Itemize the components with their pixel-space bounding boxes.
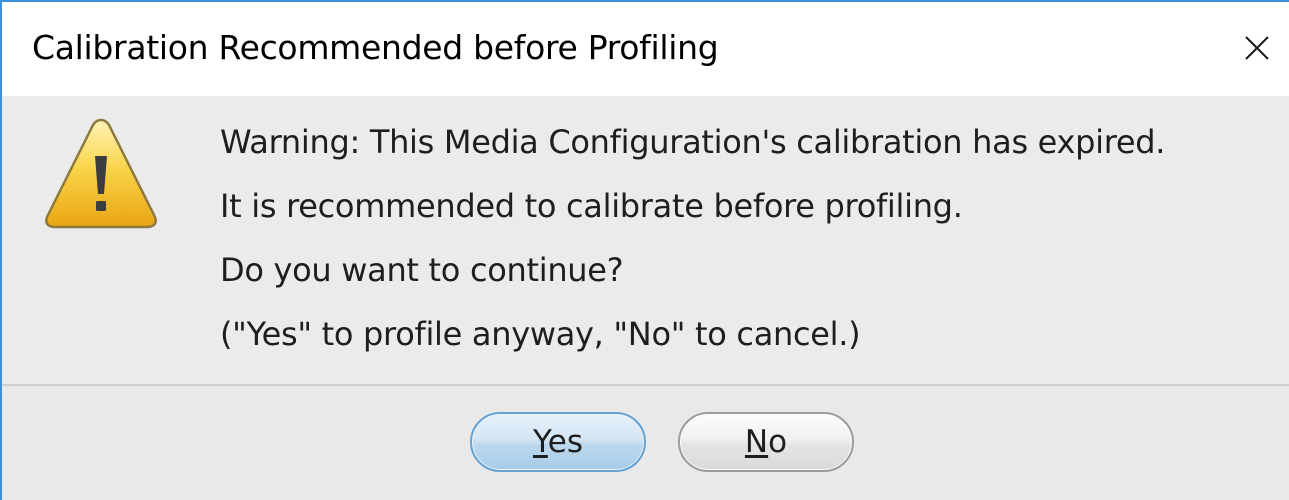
message-line: ("Yes" to profile anyway, "No" to cancel…: [220, 315, 861, 353]
button-bar: Yes No: [2, 386, 1289, 500]
message-text: Warning: This Media Configuration's cali…: [220, 110, 1165, 366]
message-area: Warning: This Media Configuration's cali…: [2, 96, 1289, 384]
close-icon: [1245, 36, 1269, 60]
message-line: It is recommended to calibrate before pr…: [220, 187, 963, 225]
close-button[interactable]: [1219, 2, 1289, 96]
title-bar: Calibration Recommended before Profiling: [2, 2, 1289, 96]
no-button-label: o: [768, 424, 788, 460]
yes-button-label: es: [547, 424, 584, 460]
warning-icon: [45, 118, 157, 229]
yes-button[interactable]: Yes: [470, 412, 646, 472]
no-button[interactable]: No: [678, 412, 854, 472]
dialog-title: Calibration Recommended before Profiling: [32, 28, 719, 67]
dialog-window: Calibration Recommended before Profiling…: [0, 0, 1289, 500]
yes-button-mnemonic: Y: [532, 424, 548, 460]
message-line: Do you want to continue?: [220, 251, 624, 289]
no-button-mnemonic: N: [744, 424, 769, 460]
message-line: Warning: This Media Configuration's cali…: [220, 123, 1166, 161]
